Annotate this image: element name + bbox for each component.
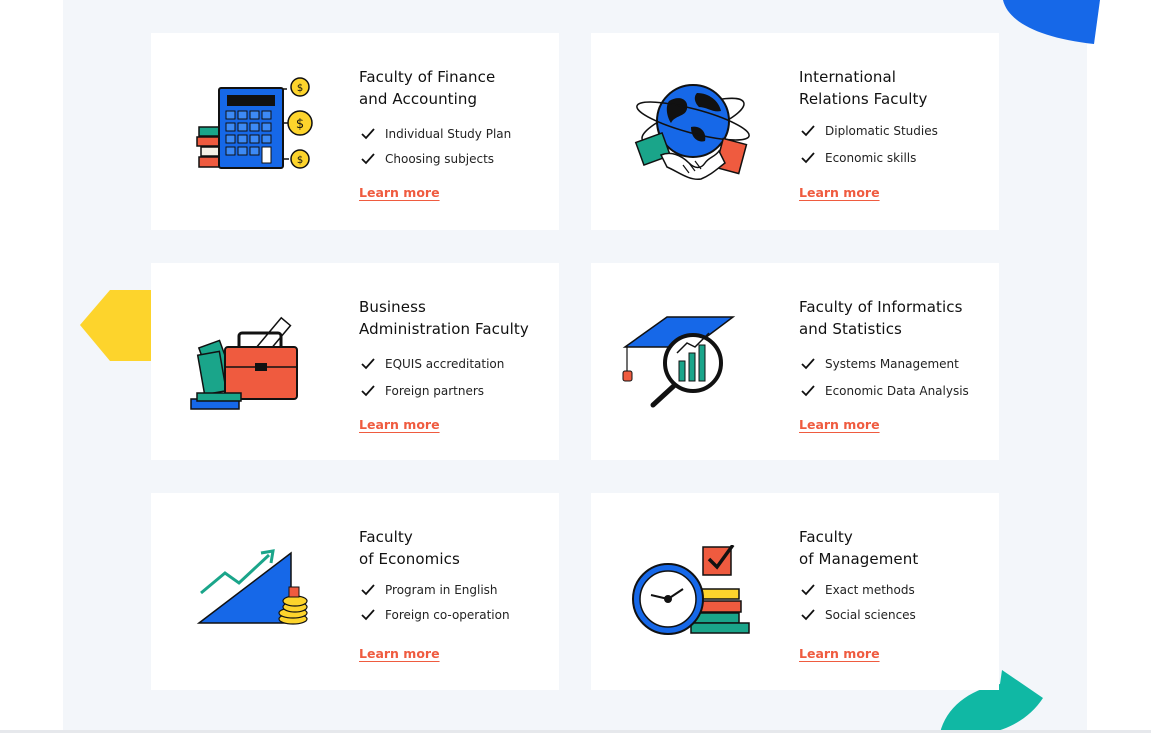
feature-list: Diplomatic Studies Economic skills xyxy=(799,123,938,175)
growth-chart-icon xyxy=(196,549,308,625)
feature-label: Program in English xyxy=(385,583,498,597)
feature-item: Economic skills xyxy=(799,150,938,175)
feature-list: Individual Study Plan Choosing subjects xyxy=(359,126,511,176)
feature-item: Diplomatic Studies xyxy=(799,123,938,150)
faculty-card-finance: $ $ $ Faculty of Finance and Accounting … xyxy=(151,33,559,230)
feature-list: Systems Management Economic Data Analysi… xyxy=(799,356,969,408)
feature-label: Systems Management xyxy=(825,357,959,371)
check-icon xyxy=(801,152,815,164)
feature-label: Foreign co-operation xyxy=(385,608,510,622)
check-icon xyxy=(801,609,815,621)
feature-item: EQUIS accreditation xyxy=(359,356,504,383)
faculty-title-line1: Business xyxy=(359,298,426,316)
feature-item: Systems Management xyxy=(799,356,969,383)
check-icon xyxy=(361,609,375,621)
feature-item: Foreign partners xyxy=(359,383,504,408)
faculty-card-international-relations: International Relations Faculty Diplomat… xyxy=(591,33,999,230)
learn-more-link[interactable]: Learn more xyxy=(359,417,440,432)
faculty-title-line2: Administration Faculty xyxy=(359,319,529,338)
faculty-title: Faculty of Informatics and Statistics xyxy=(799,297,963,340)
feature-item: Economic Data Analysis xyxy=(799,383,969,408)
check-icon xyxy=(801,385,815,397)
feature-item: Foreign co-operation xyxy=(359,607,510,632)
briefcase-icon xyxy=(190,316,298,410)
graduation-magnifier-icon xyxy=(622,316,736,408)
feature-label: Choosing subjects xyxy=(385,152,495,166)
faculty-title-line2: Relations Faculty xyxy=(799,89,928,108)
check-icon xyxy=(361,584,375,596)
svg-text:$: $ xyxy=(296,117,304,132)
faculty-title: Faculty of Management xyxy=(799,527,918,570)
clock-books-icon xyxy=(632,545,750,635)
check-icon xyxy=(361,385,375,397)
globe-handshake-icon xyxy=(634,84,750,180)
feature-label: Social sciences xyxy=(825,608,916,622)
faculty-title-line1: Faculty xyxy=(799,528,853,546)
feature-item: Choosing subjects xyxy=(359,151,511,176)
feature-item: Individual Study Plan xyxy=(359,126,511,151)
check-icon xyxy=(801,358,815,370)
check-icon xyxy=(361,358,375,370)
feature-list: Exact methods Social sciences xyxy=(799,582,916,632)
faculty-title-line2: and Accounting xyxy=(359,89,478,108)
feature-item: Social sciences xyxy=(799,607,916,632)
learn-more-link[interactable]: Learn more xyxy=(799,185,880,200)
faculty-title-line1: International xyxy=(799,68,897,86)
feature-label: Diplomatic Studies xyxy=(825,124,938,138)
svg-text:$: $ xyxy=(297,155,303,166)
faculty-title: Business Administration Faculty xyxy=(359,297,529,340)
faculty-title-line1: Faculty xyxy=(359,528,413,546)
blue-leaf-decoration xyxy=(1003,0,1100,44)
feature-list: Program in English Foreign co-operation xyxy=(359,582,510,632)
faculty-title-line1: Faculty of Informatics xyxy=(799,298,963,316)
yellow-arrow-decoration xyxy=(80,290,151,361)
learn-more-link[interactable]: Learn more xyxy=(359,646,440,661)
feature-label: Individual Study Plan xyxy=(385,127,512,141)
check-icon xyxy=(801,125,815,137)
faculty-card-informatics-statistics: Faculty of Informatics and Statistics Sy… xyxy=(591,263,999,460)
feature-list: EQUIS accreditation Foreign partners xyxy=(359,356,504,408)
learn-more-link[interactable]: Learn more xyxy=(799,417,880,432)
feature-label: Exact methods xyxy=(825,583,915,597)
learn-more-link[interactable]: Learn more xyxy=(359,185,440,200)
calculator-icon: $ $ $ xyxy=(196,77,313,169)
faculty-title-line2: of Economics xyxy=(359,549,460,568)
check-icon xyxy=(361,128,375,140)
feature-label: EQUIS accreditation xyxy=(385,357,505,371)
feature-label: Economic Data Analysis xyxy=(825,384,969,398)
faculty-title-line2: and Statistics xyxy=(799,319,902,338)
faculty-card-management: Faculty of Management Exact methods Soci… xyxy=(591,493,999,690)
feature-label: Economic skills xyxy=(825,151,917,165)
feature-item: Exact methods xyxy=(799,582,916,607)
feature-item: Program in English xyxy=(359,582,510,607)
feature-label: Foreign partners xyxy=(385,384,485,398)
faculty-card-business-administration: Business Administration Faculty EQUIS ac… xyxy=(151,263,559,460)
faculty-title-line1: Faculty of Finance xyxy=(359,68,496,86)
faculty-title: Faculty of Economics xyxy=(359,527,460,570)
faculty-title: Faculty of Finance and Accounting xyxy=(359,67,495,110)
check-icon xyxy=(361,153,375,165)
svg-text:$: $ xyxy=(297,83,303,94)
learn-more-link[interactable]: Learn more xyxy=(799,646,880,661)
faculty-title: International Relations Faculty xyxy=(799,67,927,110)
faculty-title-line2: of Management xyxy=(799,549,919,568)
faculty-card-economics: Faculty of Economics Program in English … xyxy=(151,493,559,690)
check-icon xyxy=(801,584,815,596)
